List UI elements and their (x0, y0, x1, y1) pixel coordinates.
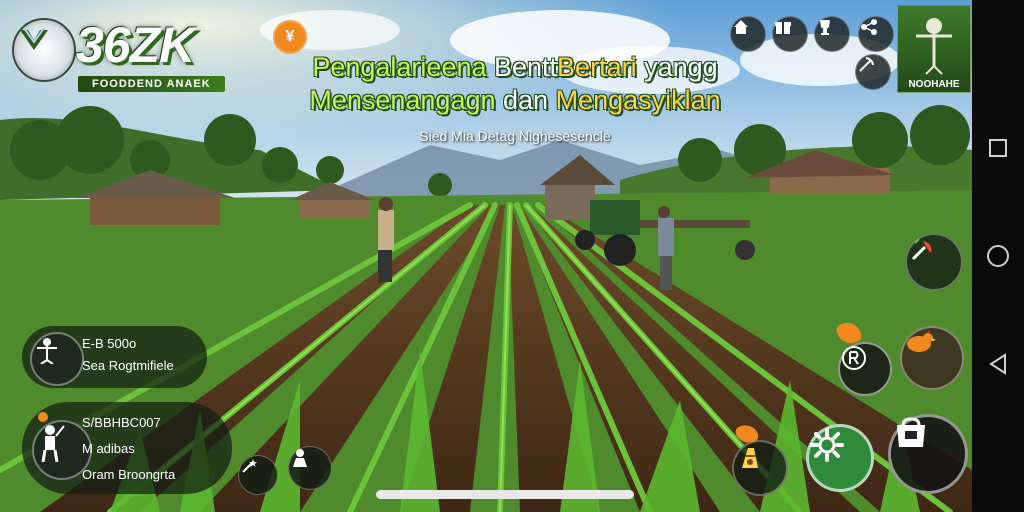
headline-line-2-part-b: dan (495, 85, 556, 115)
quest-2-title: S/BBHBC007 (82, 415, 161, 430)
headline-tagline: Sied Mia Detag Nighesesencle (419, 128, 611, 144)
circle-icon (987, 245, 1009, 267)
tractor-icon[interactable] (838, 342, 892, 396)
headline-line-2-part-a: Mensenangagn (309, 85, 496, 115)
quest-2-desc: Oram Broongrta (82, 467, 176, 482)
logo-subtitle: FOODDEND ANAEK (78, 76, 225, 92)
headline-line-1: Pengalarieena BenttBertari yangg (280, 52, 750, 83)
quest-1-title: E-B 500o (82, 336, 137, 351)
shop-icon[interactable] (888, 414, 968, 494)
quest-1-desc: Sea Rogtmifiele (82, 358, 174, 373)
minimap-scarecrow-icon (916, 18, 952, 75)
headline-line-2-part-c: Mengasyiklan (555, 85, 721, 115)
headline-line-1-part-b: Bentt (494, 52, 558, 82)
headline-line-1-part-c: Bertari (557, 52, 637, 82)
system-navigation-bar (972, 0, 1024, 512)
fertilizer-icon[interactable] (732, 440, 788, 496)
game-logo: 36ZK FOODDEND ANAEK (6, 8, 242, 94)
game-scene[interactable]: 36ZK FOODDEND ANAEK ¥ Pengalarieena Bent… (0, 0, 972, 512)
gift-icon[interactable] (772, 16, 808, 52)
trophy-icon[interactable] (814, 16, 850, 52)
wand-icon[interactable] (238, 455, 278, 495)
farmer-icon[interactable] (288, 446, 332, 490)
chicken-icon[interactable] (900, 326, 964, 390)
logo-title: 36ZK (76, 17, 195, 73)
logo-emblem-icon (12, 18, 76, 82)
back-button[interactable] (983, 349, 1013, 379)
home-indicator-bar[interactable] (376, 490, 634, 499)
settings-icon[interactable] (806, 424, 874, 492)
back-triangle-icon (989, 353, 1006, 375)
quest-panel-2[interactable]: S/BBHBC007 M adibas Oram Broongrta (22, 402, 232, 494)
minimap[interactable]: NOOHAHE (897, 5, 971, 93)
notification-dot (38, 412, 48, 422)
quest-panel-1[interactable]: E-B 500o Sea Rogtmifiele (22, 326, 207, 388)
scarecrow-icon (30, 332, 84, 386)
harvest-icon[interactable] (905, 233, 963, 291)
pickaxe-icon[interactable] (855, 54, 891, 90)
house-icon[interactable] (730, 16, 766, 52)
share-icon[interactable] (858, 16, 894, 52)
headline-line-2: Mensenangagn dan Mengasyiklan (280, 85, 750, 116)
headline: Pengalarieena BenttBertari yangg Mensena… (280, 52, 750, 144)
minimap-label: NOOHAHE (908, 79, 960, 90)
square-icon (989, 139, 1007, 157)
currency-badge-icon[interactable]: ¥ (273, 20, 307, 54)
home-button[interactable] (983, 241, 1013, 271)
headline-line-1-part-a: Pengalarieena (312, 52, 494, 82)
headline-line-1-part-d: yangg (636, 52, 718, 82)
recents-button[interactable] (983, 133, 1013, 163)
quest-2-sub: M adibas (82, 441, 135, 456)
